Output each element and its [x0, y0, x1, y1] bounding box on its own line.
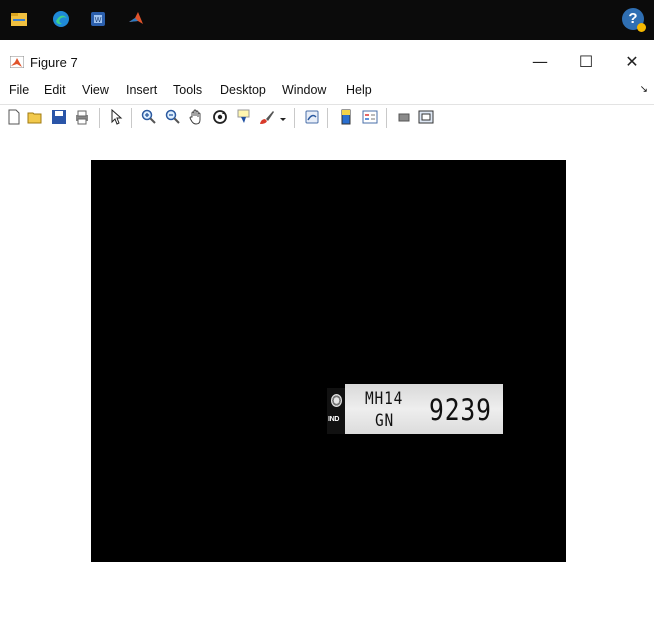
window-titlebar: Figure 7 — ☐ ✕ — [0, 48, 654, 76]
plate-surface: MH14 GN 9239 — [345, 384, 503, 434]
edge-browser-icon[interactable] — [52, 10, 70, 28]
zoom-out-icon[interactable] — [165, 109, 181, 125]
rotate-3d-icon[interactable] — [212, 109, 228, 125]
minimize-button[interactable]: — — [520, 50, 560, 74]
matlab-figure-icon — [10, 56, 24, 68]
show-plot-tools-icon[interactable] — [418, 109, 434, 125]
menu-window[interactable]: Window — [282, 83, 326, 97]
menu-file[interactable]: File — [9, 83, 29, 97]
menu-tools[interactable]: Tools — [173, 83, 202, 97]
window-title: Figure 7 — [30, 55, 78, 70]
plate-country-strip: IND — [327, 388, 345, 434]
figure-toolbar — [0, 104, 654, 131]
plate-line-1: MH14 — [365, 389, 404, 409]
taskbar: W ? — [0, 0, 654, 40]
brush-icon[interactable] — [259, 109, 275, 125]
toolbar-separator — [294, 108, 295, 128]
zoom-in-icon[interactable] — [141, 109, 157, 125]
file-explorer-icon[interactable] — [10, 10, 28, 28]
matlab-icon[interactable] — [127, 10, 145, 28]
data-cursor-icon[interactable] — [236, 109, 252, 125]
link-plot-icon[interactable] — [304, 109, 320, 125]
license-plate: IND MH14 GN 9239 — [327, 384, 505, 436]
figure-axes-image[interactable]: IND MH14 GN 9239 — [91, 160, 566, 562]
new-figure-icon[interactable] — [6, 109, 22, 125]
menu-desktop[interactable]: Desktop — [220, 83, 266, 97]
legend-icon[interactable] — [362, 109, 378, 125]
toolbar-separator — [131, 108, 132, 128]
plate-number: 9239 — [429, 393, 492, 427]
toolbar-separator — [327, 108, 328, 128]
close-button[interactable]: ✕ — [612, 50, 652, 74]
maximize-button[interactable]: ☐ — [566, 50, 606, 74]
menu-bar: File Edit View Insert Tools Desktop Wind… — [0, 80, 654, 102]
menu-edit[interactable]: Edit — [44, 83, 66, 97]
menu-help[interactable]: Help — [346, 83, 372, 97]
save-icon[interactable] — [51, 109, 67, 125]
word-icon[interactable]: W — [89, 10, 107, 28]
toolbar-separator — [99, 108, 100, 128]
menu-view[interactable]: View — [82, 83, 109, 97]
colorbar-icon[interactable] — [338, 109, 354, 125]
dropdown-arrow-icon[interactable] — [279, 109, 287, 125]
svg-text:W: W — [95, 17, 102, 24]
hide-plot-tools-icon[interactable] — [396, 109, 412, 125]
open-file-icon[interactable] — [27, 109, 43, 125]
menu-overflow-icon[interactable]: ↘ — [640, 84, 648, 95]
toolbar-separator — [386, 108, 387, 128]
emblem-icon — [331, 394, 342, 407]
plate-country-code: IND — [328, 416, 340, 423]
print-icon[interactable] — [74, 109, 90, 125]
help-icon[interactable]: ? — [622, 8, 646, 32]
plate-line-2: GN — [375, 411, 395, 431]
menu-insert[interactable]: Insert — [126, 83, 157, 97]
pointer-icon[interactable] — [108, 109, 124, 125]
pan-icon[interactable] — [188, 109, 204, 125]
